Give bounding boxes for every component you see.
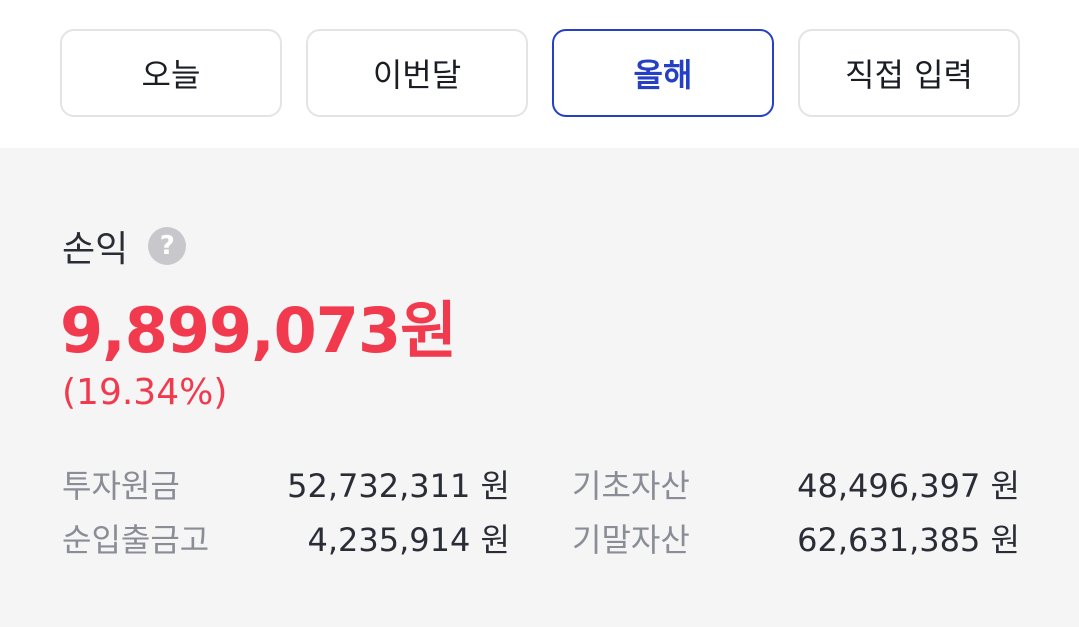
stat-value: 4,235,914 원 xyxy=(307,521,510,559)
stat-label: 기초자산 xyxy=(572,467,690,505)
profit-summary-panel: 손익 ? 9,899,073원 (19.34%) 투자원금 52,732,311… xyxy=(0,148,1079,627)
stat-label: 순입출금고 xyxy=(62,521,210,559)
period-tab-today[interactable]: 오늘 xyxy=(60,29,282,117)
stat-value: 48,496,397 원 xyxy=(797,467,1020,505)
profit-rate: (19.34%) xyxy=(62,372,228,413)
profit-label: 손익 xyxy=(62,229,129,270)
period-tabs: 오늘 이번달 올해 직접 입력 xyxy=(60,29,1020,117)
profit-label-row: 손익 ? xyxy=(62,220,187,272)
profit-amount: 9,899,073원 xyxy=(60,294,457,367)
stat-net-deposit-withdrawal: 순입출금고 4,235,914 원 xyxy=(62,516,510,560)
question-circle-icon[interactable]: ? xyxy=(148,227,187,265)
stat-label: 투자원금 xyxy=(62,467,180,505)
period-selector-bar: 오늘 이번달 올해 직접 입력 xyxy=(0,0,1079,148)
stat-value: 62,631,385 원 xyxy=(797,521,1020,559)
stat-label: 기말자산 xyxy=(572,521,690,559)
period-tab-this-year[interactable]: 올해 xyxy=(552,29,774,117)
stat-value: 52,732,311 원 xyxy=(287,467,510,505)
stat-beginning-assets: 기초자산 48,496,397 원 xyxy=(572,462,1020,506)
period-tab-custom-input[interactable]: 직접 입력 xyxy=(798,29,1020,117)
period-tab-this-month[interactable]: 이번달 xyxy=(306,29,528,117)
stat-invested-principal: 투자원금 52,732,311 원 xyxy=(62,462,510,506)
stat-ending-assets: 기말자산 62,631,385 원 xyxy=(572,516,1020,560)
